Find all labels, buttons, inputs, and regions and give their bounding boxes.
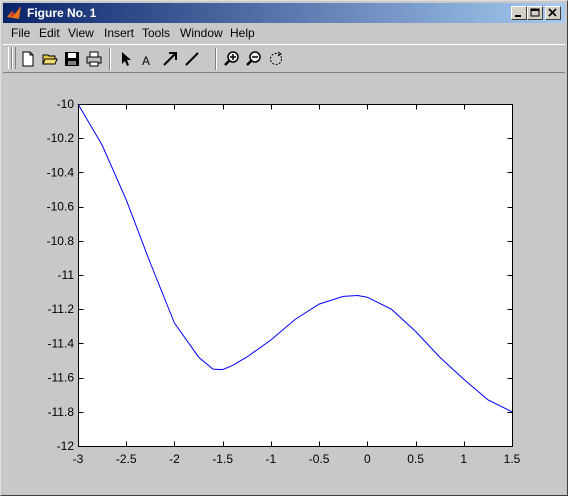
window-title: Figure No. 1: [27, 6, 97, 20]
y-tick-label: -11.6: [48, 371, 75, 385]
close-icon: [548, 8, 557, 17]
maximize-icon: [530, 8, 540, 17]
print-button[interactable]: [83, 48, 105, 70]
x-tick-label: -0.5: [309, 452, 330, 466]
open-folder-icon: [42, 54, 58, 65]
toolbar-separator: [109, 48, 111, 70]
x-tick-label: -1.5: [212, 452, 233, 466]
rotate-button[interactable]: [265, 48, 287, 70]
y-tick-label: -11.2: [48, 302, 75, 316]
menu-view[interactable]: View: [68, 26, 94, 40]
maximize-button[interactable]: [527, 6, 543, 20]
matlab-logo-icon: [7, 6, 21, 19]
x-tick-label: 0: [364, 452, 371, 466]
minimize-icon: [515, 15, 521, 17]
y-tick-label: -11.8: [48, 405, 75, 419]
edit-plot-button[interactable]: [115, 48, 137, 70]
menu-tools[interactable]: Tools: [142, 26, 170, 40]
x-tick-label: -2: [169, 452, 180, 466]
zoom-out-button[interactable]: [243, 48, 265, 70]
x-tick-label: -3: [73, 452, 84, 466]
save-button[interactable]: [61, 48, 83, 70]
menu-insert[interactable]: Insert: [104, 26, 134, 40]
line-icon: [185, 52, 199, 66]
title-bar[interactable]: Figure No. 1: [3, 3, 565, 23]
close-button[interactable]: [545, 6, 561, 20]
y-tick-label: -10.8: [47, 234, 75, 248]
x-tick-label: 1.5: [504, 452, 521, 466]
text-icon: A: [142, 54, 150, 67]
x-tick-label: -1: [266, 452, 277, 466]
menu-bar: File Edit View Insert Tools Window Help: [3, 23, 565, 43]
minimize-button[interactable]: [511, 6, 527, 20]
zoom-in-icon: [224, 51, 239, 66]
y-tick-label: -11: [58, 268, 75, 282]
arrow-icon: [163, 52, 177, 66]
figure-window: Figure No. 1 File Edit View Insert Tools…: [0, 0, 568, 496]
zoom-in-button[interactable]: [221, 48, 243, 70]
y-tick-label: -12: [57, 439, 75, 453]
toolbar-separator-2: [215, 48, 217, 70]
new-figure-button[interactable]: [17, 48, 39, 70]
rotate-icon: [270, 51, 282, 65]
menu-file[interactable]: File: [11, 26, 30, 40]
zoom-out-icon: [246, 51, 261, 66]
print-icon: [86, 51, 102, 67]
menu-window[interactable]: Window: [180, 26, 223, 40]
arrow-pointer-icon: [122, 52, 131, 66]
line-chart[interactable]: -3 -2.5 -2 -1.5 -1 -0.5 0 0.5 1 1.5 -10 -10.2 -10.4 -…: [3, 73, 565, 493]
y-tick-label: -10.6: [47, 200, 75, 214]
y-tick-label: -10.2: [47, 131, 75, 145]
menu-help[interactable]: Help: [230, 26, 255, 40]
x-tick-label: 1: [460, 452, 467, 466]
menu-edit[interactable]: Edit: [39, 26, 60, 40]
new-file-icon: [22, 51, 34, 67]
x-tick-label: 0.5: [407, 452, 424, 466]
figure-toolbar: A: [3, 44, 565, 73]
y-tick-label: -10.4: [47, 165, 75, 179]
insert-arrow-button[interactable]: [159, 48, 181, 70]
y-tick-label: -10: [57, 97, 75, 111]
save-icon: [65, 52, 79, 66]
toolbar-grip-2[interactable]: [12, 47, 16, 69]
x-tick-label: -2.5: [116, 452, 137, 466]
open-file-button[interactable]: [39, 48, 61, 70]
insert-line-button[interactable]: [181, 48, 203, 70]
insert-text-button[interactable]: A: [137, 48, 159, 70]
plot-area[interactable]: [78, 104, 512, 446]
text-icon-label: A: [142, 54, 150, 67]
y-tick-label: -11.4: [48, 336, 75, 350]
figure-canvas: -3 -2.5 -2 -1.5 -1 -0.5 0 0.5 1 1.5 -10 -10.2 -10.4 -…: [3, 73, 565, 493]
